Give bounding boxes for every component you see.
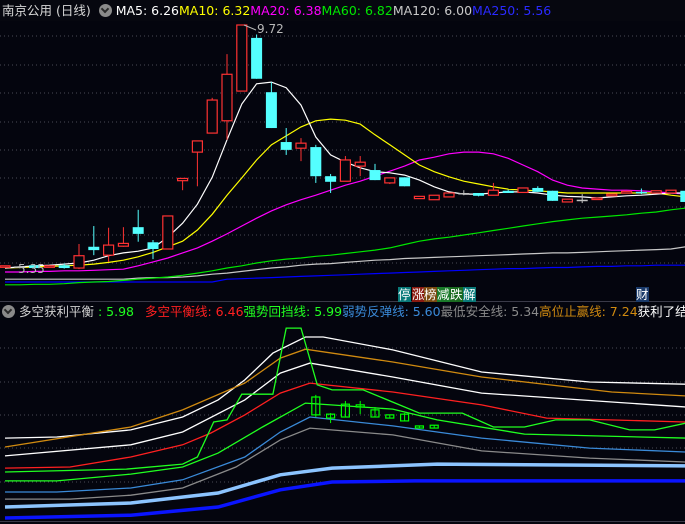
candle-body-up — [206, 99, 218, 134]
candle-body-up — [591, 197, 603, 201]
candle-body-down — [473, 193, 485, 196]
indicator-name-value: : 5.98 — [97, 304, 135, 319]
event-marker[interactable]: 榜 — [424, 287, 437, 302]
indicator-legend-items: 多空平衡线: 6.46强势回挡线: 5.99弱势反弹线: 5.60最低安全线: … — [145, 304, 685, 319]
candle-body-down — [502, 190, 514, 193]
candle-body-up — [73, 255, 85, 269]
candle-body-up — [0, 265, 11, 268]
indicator-legend: 多空获利平衡 : 5.98 多空平衡线: 6.46强势回挡线: 5.99弱势反弹… — [0, 302, 685, 322]
ma-legend-ma20: MA20: 6.38 — [250, 3, 322, 18]
candle-body-flat — [458, 193, 470, 195]
candle-body-up — [665, 189, 677, 194]
candle-body-up — [650, 190, 662, 194]
event-marker[interactable]: 解 — [463, 287, 476, 302]
candle-body-down — [310, 147, 322, 177]
ma-legend-ma60: MA60: 6.82 — [321, 3, 393, 18]
event-marker[interactable]: 减 — [437, 287, 450, 302]
candle-body-down — [251, 37, 263, 79]
candle-body-up — [191, 140, 203, 153]
high-price-label: 9.72 — [257, 22, 284, 36]
indicator-line — [4, 479, 685, 520]
candle-body-up — [102, 244, 115, 256]
candle-body-up — [117, 242, 130, 247]
candle-body-up — [487, 189, 499, 196]
stock-title[interactable]: 南京公用 (日线) — [2, 3, 91, 18]
candle-body-down — [132, 227, 144, 234]
candle-body-up — [162, 215, 174, 250]
indicator-line — [4, 382, 685, 469]
ma-legend-ma10: MA10: 6.32 — [179, 3, 251, 18]
candle-body-up — [236, 24, 248, 92]
candle-body-down — [325, 176, 337, 182]
indicator-name[interactable]: 多空获利平衡 — [19, 304, 94, 319]
event-marker[interactable]: 跌 — [450, 287, 463, 302]
chart-canvas — [0, 0, 685, 522]
indicator-legend-item: 弱势反弹线: 5.60 — [342, 304, 441, 319]
ma-legend-items: MA5: 6.26MA10: 6.32MA20: 6.38MA60: 6.82M… — [116, 3, 552, 18]
indicator-legend-item: 强势回挡线: 5.99 — [243, 304, 343, 319]
candle-body-up — [413, 195, 425, 200]
low-price-label: 5.35 — [18, 262, 45, 276]
candle-body-down — [547, 190, 559, 201]
candle-body-up — [443, 192, 455, 198]
ma-legend-ma120: MA120: 6.00 — [392, 3, 473, 18]
candle-body-up — [517, 187, 529, 194]
event-marker[interactable]: 涨 — [412, 287, 425, 302]
chevron-down-icon[interactable] — [98, 4, 112, 17]
indicator-legend-item: 获利了结线: 6 — [637, 304, 685, 319]
candle-body-up — [295, 142, 307, 149]
event-marker[interactable]: 财 — [636, 287, 649, 302]
candle-body-up — [339, 159, 351, 182]
candle-body-down — [369, 170, 381, 181]
indicator-legend-item: 高位止赢线: 7.24 — [539, 304, 638, 319]
candle-body-up — [384, 177, 396, 184]
main-chart-legend: 南京公用 (日线) MA5: 6.26MA10: 6.32MA20: 6.38M… — [0, 1, 685, 21]
ma-legend-ma5: MA5: 6.26 — [115, 3, 180, 18]
candle-body-down — [635, 191, 647, 194]
candle-body-down — [88, 246, 100, 251]
candle-body-up — [606, 193, 618, 197]
candle-body-up — [221, 73, 233, 122]
ma-legend-ma250: MA250: 5.56 — [472, 3, 552, 18]
candle-body-up — [620, 190, 633, 194]
candle-body-up — [354, 161, 366, 167]
candle-body-up — [428, 194, 440, 201]
chevron-down-icon[interactable] — [2, 305, 15, 318]
candle-body-up — [43, 265, 56, 268]
indicator-line — [4, 462, 685, 509]
candle-body-down — [265, 92, 277, 129]
event-marker[interactable]: 停 — [398, 287, 411, 302]
candle-body-up — [177, 177, 189, 182]
indicator-line — [4, 336, 685, 439]
candle-body-down — [147, 242, 159, 249]
candle-body-down — [532, 187, 544, 192]
candle-body-down — [680, 190, 685, 202]
candle-body-down — [58, 265, 70, 269]
candle-body-down — [399, 177, 411, 187]
indicator-legend-item: 多空平衡线: 6.46 — [145, 304, 244, 319]
candle-body-down — [280, 142, 292, 150]
candle-body-up — [561, 198, 574, 203]
candle-body-flat — [576, 199, 588, 202]
indicator-legend-item: 最低安全线: 5.34 — [440, 304, 540, 319]
